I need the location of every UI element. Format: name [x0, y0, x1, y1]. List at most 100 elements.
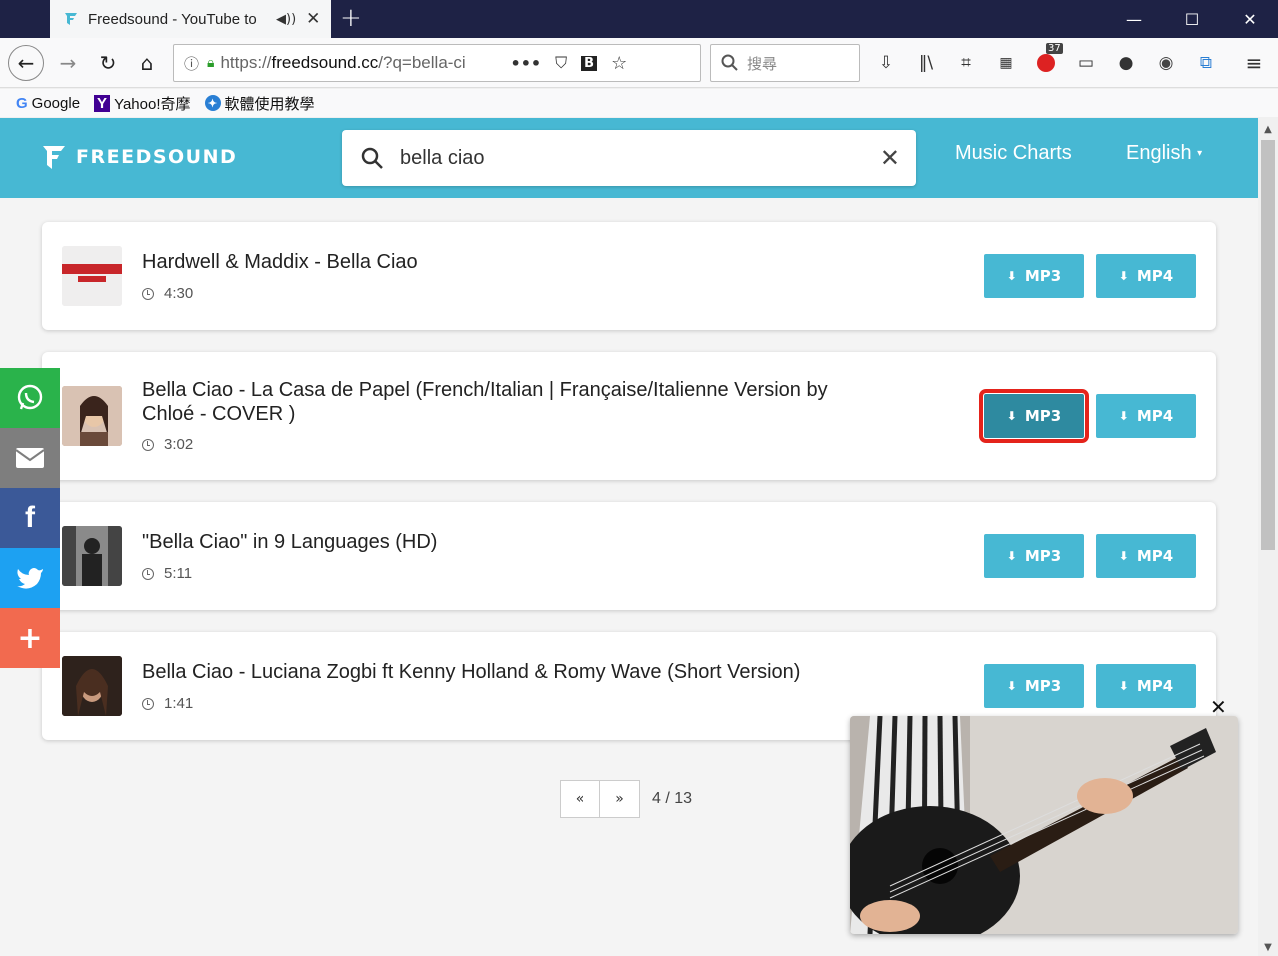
whatsapp-share-button[interactable] [0, 368, 60, 428]
yahoo-icon: Y [94, 94, 111, 112]
download-icon: ⬇︎ [1006, 679, 1017, 693]
extension-circles-icon[interactable]: ● [1114, 51, 1138, 75]
address-bar[interactable]: ⓘ 🔒︎ https://freedsound.cc/?q=bella-ci •… [173, 44, 701, 82]
language-label: English [1126, 142, 1192, 164]
page-actions-icon[interactable]: ••• [510, 54, 541, 73]
clock-icon [142, 567, 154, 580]
result-duration: 4:30 [142, 285, 193, 302]
lock-icon[interactable]: 🔒︎ [207, 55, 214, 71]
email-icon [15, 448, 45, 468]
bookmark-yahoo[interactable]: Y Yahoo!奇摩 [94, 93, 191, 114]
download-icon: ⬇︎ [1006, 409, 1017, 423]
extension-badge: 37 [1046, 43, 1063, 54]
forward-arrow-icon[interactable]: → [52, 47, 84, 79]
facebook-icon: f [25, 501, 35, 534]
video-thumbnail[interactable] [62, 386, 122, 446]
extension-icon[interactable]: ▦ [994, 51, 1018, 75]
result-title[interactable]: Bella Ciao - La Casa de Papel (French/It… [142, 378, 872, 426]
bookmarks-bar: G Google Y Yahoo!奇摩 ✦ 軟體使用教學 [0, 89, 1278, 117]
search-icon [721, 54, 738, 71]
scroll-down-arrow-icon[interactable]: ▼ [1258, 938, 1278, 956]
download-icon: ⬇︎ [1118, 679, 1129, 693]
download-icon: ⬇︎ [1006, 269, 1017, 283]
site-logo[interactable]: FREEDSOUND [42, 144, 237, 170]
mp4-download-button[interactable]: ⬇︎ MP4 [1096, 664, 1196, 708]
maximize-icon[interactable]: ☐ [1164, 0, 1220, 38]
facebook-share-button[interactable]: f [0, 488, 60, 548]
email-share-button[interactable] [0, 428, 60, 488]
video-thumbnail[interactable] [62, 526, 122, 586]
guitar-video-frame [850, 716, 1238, 934]
mp3-download-button[interactable]: ⬇︎ MP3 [984, 534, 1084, 578]
result-duration: 1:41 [142, 695, 193, 712]
close-tab-icon[interactable]: ✕ [306, 10, 320, 28]
floating-video-player[interactable] [850, 716, 1238, 934]
reader-icon[interactable]: B [581, 55, 598, 71]
freedsound-logo-icon [43, 146, 65, 169]
result-duration: 3:02 [142, 436, 193, 453]
prev-page-button[interactable]: « [560, 780, 600, 818]
clock-icon [142, 697, 154, 710]
result-title[interactable]: "Bella Ciao" in 9 Languages (HD) [142, 530, 872, 554]
browser-tab-bar: Freedsound - YouTube to ◀)) ✕ + — ☐ ✕ [0, 0, 1278, 38]
download-icon: ⬇︎ [1118, 269, 1129, 283]
search-box: ✕ [342, 130, 916, 186]
mp3-download-button[interactable]: ⬇︎ MP3 [984, 664, 1084, 708]
adblock-icon[interactable]: 37 [1034, 43, 1063, 75]
result-title[interactable]: Hardwell & Maddix - Bella Ciao [142, 250, 872, 274]
search-input[interactable] [400, 146, 840, 170]
google-icon: G [16, 94, 28, 112]
next-page-button[interactable]: » [600, 780, 640, 818]
sync-tabs-icon[interactable]: ⧉ [1194, 51, 1218, 75]
clear-search-icon[interactable]: ✕ [880, 144, 900, 172]
result-duration: 5:11 [142, 565, 192, 582]
bookmark-software-tutorial[interactable]: ✦ 軟體使用教學 [204, 93, 315, 114]
download-icon[interactable]: ⇩ [874, 51, 898, 75]
sidebar-icon[interactable]: ▭ [1074, 51, 1098, 75]
twitter-share-button[interactable] [0, 548, 60, 608]
mp4-download-button[interactable]: ⬇︎ MP4 [1096, 534, 1196, 578]
mp3-download-button[interactable]: ⬇︎ MP3 [984, 254, 1084, 298]
scroll-up-arrow-icon[interactable]: ▲ [1258, 120, 1278, 138]
clock-icon [142, 287, 154, 300]
pagination: « » 4 / 13 [560, 780, 692, 818]
vertical-scrollbar[interactable]: ▲ ▼ [1258, 118, 1278, 956]
caret-down-icon: ▾ [1197, 148, 1203, 160]
bookmark-google[interactable]: G Google [16, 95, 80, 112]
download-icon: ⬇︎ [1006, 549, 1017, 563]
back-arrow-icon[interactable]: ← [8, 45, 44, 81]
reload-icon[interactable]: ↻ [92, 47, 124, 79]
more-share-button[interactable]: + [0, 608, 60, 668]
menu-icon[interactable]: ≡ [1242, 51, 1266, 75]
plus-icon: + [17, 620, 43, 656]
result-title[interactable]: Bella Ciao - Luciana Zogbi ft Kenny Holl… [142, 660, 872, 684]
pocket-icon[interactable]: ⛉ [555, 53, 567, 73]
bookmark-star-icon[interactable]: ☆ [611, 53, 627, 74]
video-thumbnail[interactable] [62, 656, 122, 716]
info-icon[interactable]: ⓘ [184, 53, 199, 74]
browser-tab[interactable]: Freedsound - YouTube to ◀)) ✕ [50, 0, 331, 38]
result-card: Hardwell & Maddix - Bella Ciao 4:30 ⬇︎ MP… [42, 222, 1216, 330]
mp3-download-button[interactable]: ⬇︎ MP3 [979, 389, 1089, 443]
search-icon [361, 147, 383, 169]
language-dropdown[interactable]: English ▾ [1126, 142, 1202, 165]
mp4-download-button[interactable]: ⬇︎ MP4 [1096, 394, 1196, 438]
new-tab-icon[interactable]: + [340, 4, 362, 32]
download-icon: ⬇︎ [1118, 549, 1129, 563]
home-icon[interactable]: ⌂ [131, 47, 163, 79]
site-header: FREEDSOUND ✕ Music Charts English ▾ [0, 118, 1258, 198]
browser-search-field[interactable]: 搜尋 [710, 44, 860, 82]
window-close-icon[interactable]: ✕ [1222, 0, 1278, 38]
scrollbar-thumb[interactable] [1261, 140, 1275, 550]
clock-icon [142, 438, 154, 451]
minimize-icon[interactable]: — [1106, 0, 1162, 38]
mp4-download-button[interactable]: ⬇︎ MP4 [1096, 254, 1196, 298]
browser-toolbar: ← → ↻ ⌂ ⓘ 🔒︎ https://freedsound.cc/?q=be… [0, 38, 1278, 88]
video-thumbnail[interactable] [62, 246, 122, 306]
music-charts-link[interactable]: Music Charts [955, 142, 1072, 165]
library-icon[interactable]: ‖\ [914, 51, 938, 75]
extension-compass-icon[interactable]: ◉ [1154, 51, 1178, 75]
url-text[interactable]: https://freedsound.cc/?q=bella-ci [220, 53, 500, 73]
speaker-icon[interactable]: ◀)) [276, 12, 296, 27]
screenshot-icon[interactable]: ⌗ [954, 51, 978, 75]
